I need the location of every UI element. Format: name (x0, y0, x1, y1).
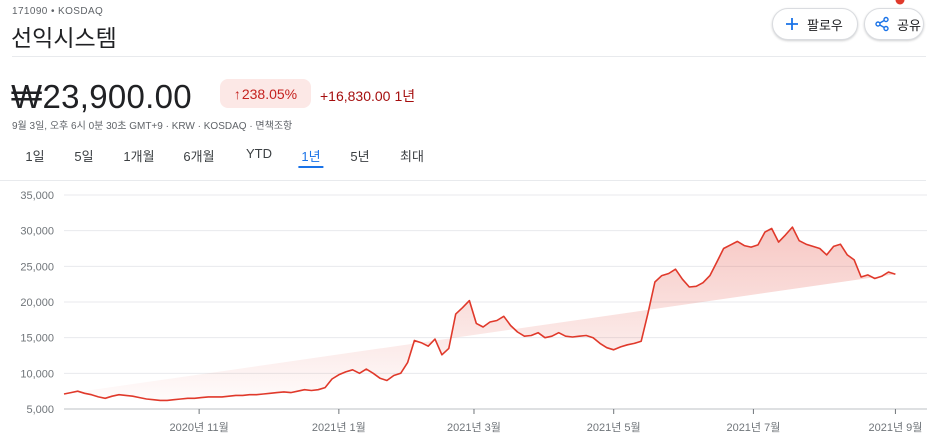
price-area-fill (64, 227, 896, 401)
price-chart[interactable]: 5,000 10,000 15,000 20,000 25,000 30,000 35,00… (0, 0, 929, 443)
x-tick-label: 2020년 11월 (170, 421, 229, 434)
x-tick-label: 2021년 3월 (447, 421, 501, 434)
last-price-dot (895, 0, 905, 5)
y-tick-label: 35,000 (20, 190, 54, 202)
y-tick-label: 10,000 (20, 368, 54, 380)
x-tick-label: 2021년 7월 (726, 421, 780, 434)
y-tick-label: 15,000 (20, 333, 54, 345)
x-tick-label: 2021년 9월 (868, 421, 922, 434)
y-tick-label: 20,000 (20, 297, 54, 309)
x-tick-label: 2021년 1월 (312, 421, 366, 434)
y-tick-label: 5,000 (26, 404, 54, 416)
y-tick-label: 25,000 (20, 261, 54, 273)
x-tick-label: 2021년 5월 (587, 421, 641, 434)
y-tick-label: 30,000 (20, 226, 54, 238)
